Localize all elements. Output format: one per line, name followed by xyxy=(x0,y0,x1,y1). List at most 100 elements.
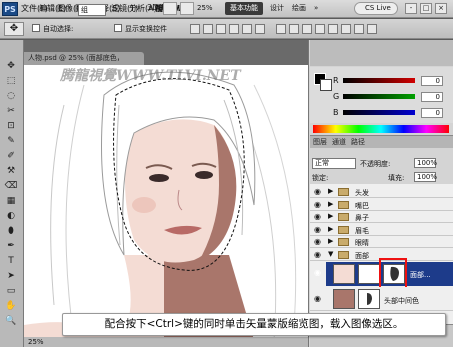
group-expand-icon[interactable]: ▶ xyxy=(328,212,333,220)
launch-bridge-icon[interactable] xyxy=(163,2,177,15)
visibility-eye-icon[interactable]: ◉ xyxy=(314,237,323,246)
channel-label: R xyxy=(333,76,339,85)
sub-layer-name[interactable]: 头部中间色 xyxy=(384,296,419,306)
visibility-eye-icon[interactable]: ◉ xyxy=(314,268,323,277)
type-tool-icon[interactable]: T xyxy=(4,255,18,267)
blur-tool-icon[interactable]: ⬮ xyxy=(4,225,18,237)
align-distribute-icon[interactable] xyxy=(354,24,364,34)
channel-value-input[interactable]: 0 xyxy=(421,76,443,86)
visibility-eye-icon[interactable]: ◉ xyxy=(314,250,323,259)
auto-select-dropdown[interactable]: 组 xyxy=(78,4,106,16)
status-zoom[interactable]: 25% xyxy=(28,338,44,346)
align-distribute-icon[interactable] xyxy=(367,24,377,34)
align-distribute-icon[interactable] xyxy=(302,24,312,34)
auto-select-checkbox[interactable] xyxy=(32,24,40,32)
group-expand-icon[interactable]: ▶ xyxy=(328,225,333,233)
layer-mask-thumbnail[interactable] xyxy=(358,264,380,284)
document-tab[interactable]: 人物.psd @ 25% (面部底色，RGB/8) xyxy=(24,52,144,75)
align-distribute-icon[interactable] xyxy=(315,24,325,34)
tab-layers[interactable]: 图层 xyxy=(313,137,327,147)
workspace-essentials-button[interactable]: 基本功能 xyxy=(225,2,263,15)
zoom-display[interactable]: 25% xyxy=(197,4,213,12)
layer-group-name[interactable]: 头发 xyxy=(355,188,369,198)
background-color-swatch[interactable] xyxy=(320,79,332,91)
zoom-tool-icon[interactable]: 🔍 xyxy=(4,315,18,327)
workspace-painting[interactable]: 绘画 xyxy=(292,3,306,13)
channel-slider[interactable] xyxy=(343,94,415,99)
layer-group-name[interactable]: 面部 xyxy=(355,251,369,261)
shape-tool-icon[interactable]: ▭ xyxy=(4,285,18,297)
auto-select-label: 自动选择: xyxy=(43,25,74,33)
align-distribute-icon[interactable] xyxy=(289,24,299,34)
layer-group-name[interactable]: 嘴巴 xyxy=(355,201,369,211)
workspace-more-icon[interactable]: » xyxy=(314,4,318,12)
hand-tool-icon[interactable]: ✋ xyxy=(4,300,18,312)
align-distribute-icon[interactable] xyxy=(341,24,351,34)
blend-mode-dropdown[interactable]: 正常 xyxy=(312,158,356,169)
fill-input[interactable]: 100% xyxy=(414,172,437,182)
channel-slider[interactable] xyxy=(343,78,415,83)
slice-tool-icon[interactable]: ⊡ xyxy=(4,120,18,132)
crop-tool-icon[interactable]: ✂ xyxy=(4,105,18,117)
marquee-tool-icon[interactable]: ⬚ xyxy=(4,75,18,87)
arrange-documents-icon[interactable] xyxy=(180,2,194,15)
folder-icon xyxy=(338,200,349,209)
cs-live-button[interactable]: CS Live xyxy=(354,2,398,15)
move-tool-preset-icon[interactable]: ✥ xyxy=(4,22,24,36)
lasso-tool-icon[interactable]: ◌ xyxy=(4,90,18,102)
opacity-input[interactable]: 100% xyxy=(414,158,437,168)
eyedropper-tool-icon[interactable]: ✎ xyxy=(4,135,18,147)
tutorial-caption: 配合按下<Ctrl>键的同时单击矢量蒙版缩览图，载入图像选区。 xyxy=(62,313,446,336)
folder-icon xyxy=(338,225,349,234)
visibility-eye-icon[interactable]: ◉ xyxy=(314,225,323,234)
stamp-tool-icon[interactable]: ⚒ xyxy=(4,165,18,177)
brush-tool-icon[interactable]: ✐ xyxy=(4,150,18,162)
canvas[interactable] xyxy=(24,65,308,340)
group-expand-icon[interactable]: ▶ xyxy=(328,200,333,208)
layer-group-name[interactable]: 眉毛 xyxy=(355,226,369,236)
align-distribute-icon[interactable] xyxy=(229,24,239,34)
layer-group-name[interactable]: 眼睛 xyxy=(355,238,369,248)
channel-value-input[interactable]: 0 xyxy=(421,92,443,102)
layer-group-name[interactable]: 鼻子 xyxy=(355,213,369,223)
layer-row-sub[interactable] xyxy=(310,287,453,311)
path-select-tool-icon[interactable]: ➤ xyxy=(4,270,18,282)
fill-label: 填充: xyxy=(388,174,405,182)
group-expand-icon[interactable]: ▶ xyxy=(328,187,333,195)
show-transform-label: 显示变换控件 xyxy=(125,25,167,33)
group-expand-icon[interactable]: ▶ xyxy=(328,237,333,245)
workspace-design[interactable]: 设计 xyxy=(270,3,284,13)
visibility-eye-icon[interactable]: ◉ xyxy=(314,200,323,209)
dodge-tool-icon[interactable]: ◐ xyxy=(4,210,18,222)
align-distribute-icon[interactable] xyxy=(328,24,338,34)
align-distribute-icon[interactable] xyxy=(190,24,200,34)
visibility-eye-icon[interactable]: ◉ xyxy=(314,212,323,221)
align-distribute-icon[interactable] xyxy=(203,24,213,34)
tab-channels[interactable]: 通道 xyxy=(332,137,346,147)
folder-icon xyxy=(338,238,349,246)
channel-slider[interactable] xyxy=(343,110,415,115)
close-button[interactable]: × xyxy=(435,3,447,14)
align-distribute-icon[interactable] xyxy=(276,24,286,34)
visibility-eye-icon[interactable]: ◉ xyxy=(314,294,323,303)
visibility-eye-icon[interactable]: ◉ xyxy=(314,187,323,196)
align-distribute-icon[interactable] xyxy=(255,24,265,34)
channel-value-input[interactable]: 0 xyxy=(421,108,443,118)
align-distribute-icon[interactable] xyxy=(216,24,226,34)
layer-thumbnail[interactable] xyxy=(333,289,355,309)
eraser-tool-icon[interactable]: ⌫ xyxy=(4,180,18,192)
tab-paths[interactable]: 路径 xyxy=(351,137,365,147)
align-distribute-icon[interactable] xyxy=(242,24,252,34)
minimize-button[interactable]: - xyxy=(405,3,417,14)
selected-layer-name[interactable]: 面部... xyxy=(410,270,431,280)
layer-thumbnail[interactable] xyxy=(333,264,355,284)
color-spectrum-bar[interactable] xyxy=(313,125,449,133)
folder-icon xyxy=(338,250,349,259)
maximize-button[interactable]: □ xyxy=(420,3,432,14)
show-transform-checkbox[interactable] xyxy=(114,24,122,32)
group-expand-icon[interactable]: ▼ xyxy=(328,250,333,258)
gradient-tool-icon[interactable]: ▦ xyxy=(4,195,18,207)
layer-mask-thumbnail[interactable] xyxy=(358,289,380,309)
move-tool-icon[interactable]: ✥ xyxy=(4,60,18,72)
pen-tool-icon[interactable]: ✒ xyxy=(4,240,18,252)
